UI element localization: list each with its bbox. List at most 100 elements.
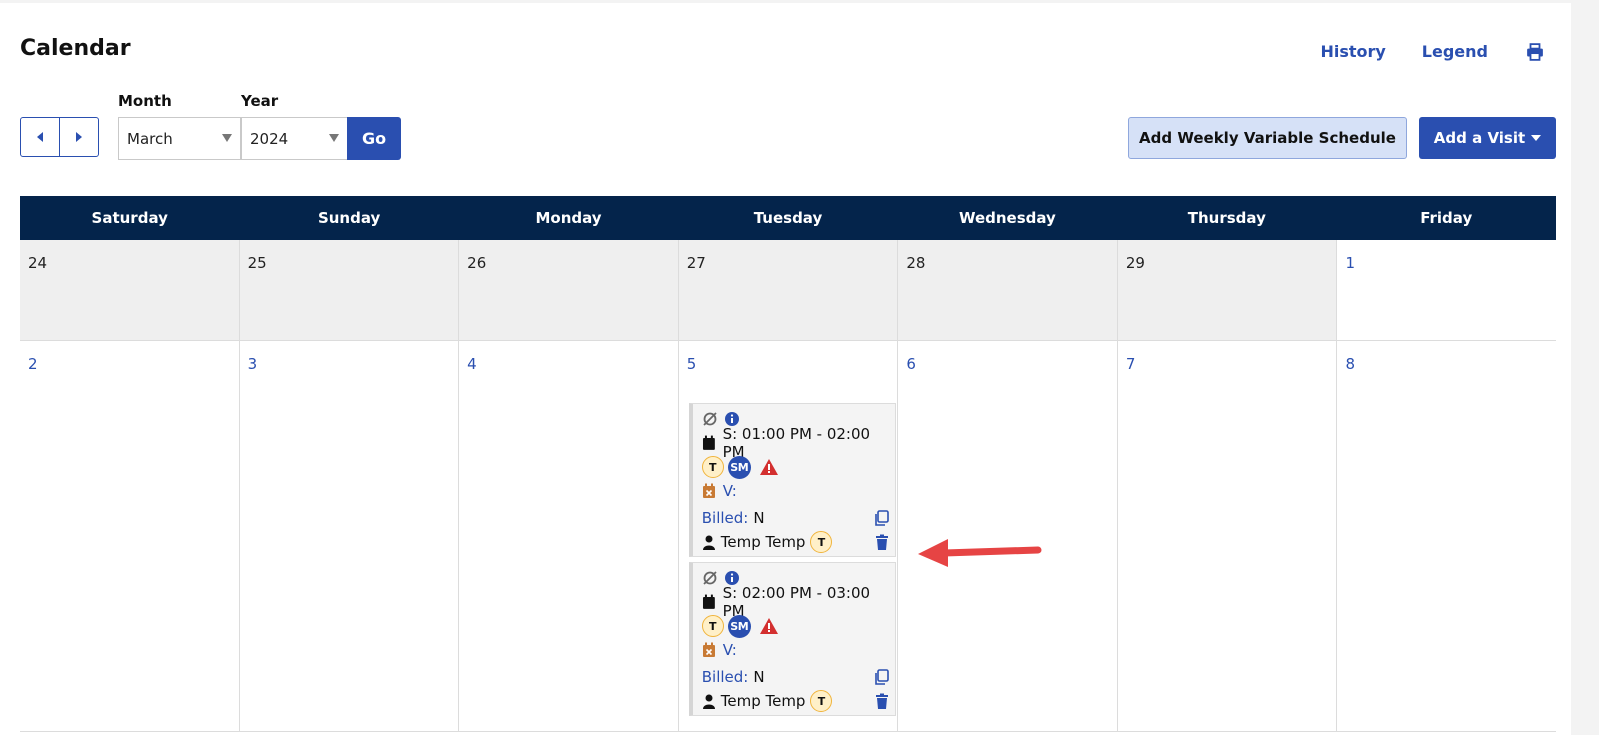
calendar-icon — [702, 435, 715, 450]
year-select[interactable]: 2024 — [241, 117, 348, 160]
schedule-line: S: 01:00 PM - 02:00 PM — [702, 425, 895, 461]
print-icon[interactable] — [1526, 42, 1544, 61]
day-cell[interactable]: 26 — [459, 240, 679, 341]
user-nurse-icon — [702, 694, 715, 709]
visit-line: V: — [702, 479, 895, 503]
caregiver-line: Temp Temp T — [702, 689, 895, 713]
calendar-header: Saturday Sunday Monday Tuesday Wednesday… — [20, 196, 1556, 240]
empty-set-icon — [703, 412, 717, 426]
day-number-link[interactable]: 6 — [906, 355, 916, 373]
day-number-link[interactable]: 3 — [248, 355, 258, 373]
dropdown-caret-icon — [222, 134, 232, 142]
billed-value: N — [753, 668, 765, 686]
caregiver-name: Temp Temp — [720, 692, 806, 710]
user-nurse-icon — [702, 535, 715, 550]
weekday-wednesday: Wednesday — [958, 209, 1056, 227]
day-cell[interactable]: 27 — [678, 240, 899, 341]
caret-left-icon — [37, 132, 43, 142]
dropdown-caret-icon — [1531, 135, 1542, 141]
year-select-value: 2024 — [250, 129, 289, 148]
calendar-grid: Saturday Sunday Monday Tuesday Wednesday… — [20, 196, 1557, 732]
sm-badge: SM — [727, 455, 751, 479]
schedule-line: S: 02:00 PM - 03:00 PM — [702, 584, 895, 620]
billed-label: Billed: — [701, 509, 749, 527]
prev-month-button[interactable] — [21, 118, 59, 156]
billed-label: Billed: — [701, 668, 749, 686]
warning-icon — [759, 459, 778, 475]
caregiver-temp-badge: T — [810, 690, 833, 712]
visit-card[interactable]: S: 02:00 PM - 03:00 PM T SM V: Billed: N — [688, 562, 896, 716]
day-cell[interactable]: 1 — [1337, 240, 1557, 341]
billed-value: N — [753, 509, 765, 527]
caret-right-icon — [76, 132, 82, 142]
add-a-visit-button[interactable]: Add a Visit — [1419, 117, 1556, 159]
day-cell[interactable]: 28 — [898, 240, 1118, 341]
day-number-link[interactable]: 5 — [687, 355, 697, 373]
temp-badge: T — [701, 615, 724, 637]
month-select-value: March — [127, 129, 173, 148]
weekday-tuesday: Tuesday — [753, 209, 823, 227]
day-number-link[interactable]: 1 — [1345, 254, 1355, 272]
day-number: 26 — [467, 254, 487, 272]
day-cell[interactable]: 2 — [20, 341, 240, 732]
day-number: 27 — [686, 254, 706, 272]
day-cell[interactable]: 7 — [1117, 341, 1338, 732]
day-cell[interactable]: 3 — [239, 341, 460, 732]
page-title: Calendar — [20, 36, 131, 61]
month-nav — [20, 117, 99, 157]
day-cell[interactable]: 5 S: 01:00 PM - 02:00 PM T SM V: Billed:… — [678, 341, 899, 732]
badges-line: T SM — [701, 614, 895, 638]
day-cell[interactable]: 24 — [20, 240, 240, 341]
next-month-button[interactable] — [59, 118, 98, 156]
calendar-icon — [702, 594, 715, 609]
trash-icon[interactable] — [875, 693, 889, 709]
calendar-x-icon — [702, 642, 715, 657]
calendar-x-icon — [702, 483, 715, 498]
add-weekly-variable-schedule-button[interactable]: Add Weekly Variable Schedule — [1128, 117, 1407, 159]
visit-line: V: — [702, 638, 895, 662]
badges-line: T SM — [701, 455, 895, 479]
top-links: History Legend — [1284, 42, 1544, 61]
billed-line: Billed: N — [702, 506, 895, 530]
month-label: Month — [118, 92, 172, 110]
weekday-thursday: Thursday — [1187, 209, 1266, 227]
day-cell[interactable]: 8 — [1337, 341, 1557, 732]
day-number: 29 — [1125, 254, 1145, 272]
day-cell[interactable]: 4 — [459, 341, 679, 732]
day-number: 25 — [247, 254, 267, 272]
trash-icon[interactable] — [875, 534, 889, 550]
day-number: 24 — [28, 254, 48, 272]
day-number-link[interactable]: 4 — [467, 355, 477, 373]
day-number-link[interactable]: 8 — [1345, 355, 1355, 373]
visit-label: V: — [722, 641, 737, 659]
copy-icon[interactable] — [874, 668, 889, 686]
warning-icon — [759, 618, 778, 634]
annotation-arrow-icon — [918, 539, 1042, 567]
copy-icon[interactable] — [874, 509, 889, 527]
empty-set-icon — [703, 571, 717, 585]
calendar-week-row: 24 25 26 27 28 29 1 — [20, 240, 1557, 341]
weekday-saturday: Saturday — [91, 209, 168, 227]
calendar-week-row: 2 3 4 5 S: 01:00 PM - 02:00 PM T SM V: B… — [20, 341, 1557, 732]
history-link[interactable]: History — [1320, 42, 1385, 61]
weekday-monday: Monday — [535, 209, 602, 227]
weekday-friday: Friday — [1420, 209, 1473, 227]
weekday-sunday: Sunday — [317, 209, 381, 227]
temp-badge: T — [701, 456, 724, 478]
caregiver-name: Temp Temp — [720, 533, 806, 551]
day-number-link[interactable]: 7 — [1126, 355, 1136, 373]
day-cell[interactable]: 29 — [1117, 240, 1338, 341]
legend-link[interactable]: Legend — [1422, 42, 1488, 61]
day-number-link[interactable]: 2 — [28, 355, 38, 373]
billed-line: Billed: N — [702, 665, 895, 689]
caregiver-line: Temp Temp T — [702, 530, 895, 554]
dropdown-caret-icon — [329, 134, 339, 142]
add-a-visit-label: Add a Visit — [1433, 129, 1526, 147]
visit-card[interactable]: S: 01:00 PM - 02:00 PM T SM V: Billed: N — [688, 403, 896, 557]
day-cell[interactable]: 25 — [239, 240, 460, 341]
go-button[interactable]: Go — [347, 117, 401, 160]
caregiver-temp-badge: T — [810, 531, 833, 553]
sm-badge: SM — [727, 614, 751, 638]
month-select[interactable]: March — [118, 117, 241, 160]
day-number: 28 — [906, 254, 926, 272]
